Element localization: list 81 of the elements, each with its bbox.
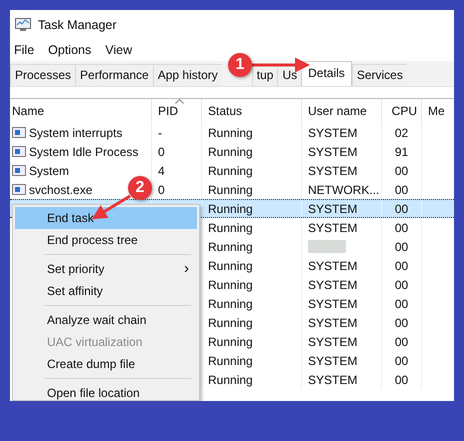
window-icon <box>12 184 26 195</box>
table-cell: 00 <box>394 316 408 330</box>
table-cell: SYSTEM <box>308 296 358 310</box>
table-cell: SYSTEM <box>308 258 358 272</box>
menu-item[interactable]: Set affinity <box>15 280 197 302</box>
tab[interactable]: Services <box>352 64 407 86</box>
table-cell: 00 <box>394 182 408 196</box>
process-name: System <box>29 164 70 178</box>
table-cell: 02 <box>394 126 408 140</box>
table-cell: 00 <box>394 220 408 234</box>
tab[interactable]: Details <box>301 61 352 86</box>
menu-item[interactable]: Create dump file <box>15 353 197 375</box>
menu-item[interactable]: Options <box>48 42 92 56</box>
table-cell: Running <box>208 240 253 254</box>
menu-item[interactable]: End process tree <box>15 229 197 251</box>
table-cell: Running <box>208 278 253 292</box>
table-cell: NETWORK... <box>308 182 380 196</box>
column-header[interactable]: Me <box>428 104 445 118</box>
table-cell: Running <box>208 372 253 386</box>
tab[interactable]: Performance <box>75 64 153 86</box>
column-header[interactable]: PID <box>158 104 178 118</box>
table-cell: 00 <box>394 354 408 368</box>
column-header[interactable]: CPU <box>392 104 417 118</box>
table-cell: Running <box>208 354 253 368</box>
table-cell: 4 <box>158 164 165 178</box>
table-cell: Running <box>208 334 253 348</box>
table-cell: SYSTEM <box>308 202 358 216</box>
step-badge: 2 <box>128 176 152 200</box>
table-cell: SYSTEM <box>308 316 358 330</box>
table-cell: 00 <box>394 164 408 178</box>
table-cell: SYSTEM <box>308 278 358 292</box>
column-header[interactable]: Name <box>12 104 44 118</box>
table-cell: SYSTEM <box>308 220 358 234</box>
table-cell: Running <box>208 316 253 330</box>
table-cell: 00 <box>394 278 408 292</box>
table-cell: SYSTEM <box>308 126 358 140</box>
step-badge: 1 <box>228 53 252 77</box>
tab[interactable]: Processes <box>10 64 76 86</box>
table-cell: Running <box>208 202 253 216</box>
process-name: svchost.exe <box>29 182 92 196</box>
annotation-arrow <box>250 58 310 72</box>
menu-item[interactable]: View <box>105 42 132 56</box>
table-cell: SYSTEM <box>308 354 358 368</box>
table-cell: SYSTEM <box>308 164 358 178</box>
menu-item[interactable]: Set priority › <box>15 258 197 280</box>
table-cell: SYSTEM <box>308 144 358 158</box>
menu-item[interactable]: End task <box>15 207 197 229</box>
monitor-graph-icon <box>15 18 31 32</box>
table-cell: 00 <box>394 202 408 216</box>
menu-item[interactable]: File <box>14 42 34 56</box>
table-cell: 00 <box>394 372 408 386</box>
table-cell: Running <box>208 182 253 196</box>
column-header[interactable]: Status <box>208 104 242 118</box>
process-name: System Idle Process <box>29 144 138 158</box>
process-name: System interrupts <box>29 126 122 140</box>
table-cell: 0 <box>158 144 165 158</box>
window-icon <box>12 127 26 138</box>
column-header[interactable]: User name <box>308 104 367 118</box>
table-cell: Running <box>208 144 253 158</box>
window-title: Task Manager <box>38 18 117 32</box>
tab[interactable]: App history <box>152 64 222 86</box>
table-cell: 00 <box>394 296 408 310</box>
table-cell: SYSTEM <box>308 372 358 386</box>
menu-item[interactable]: Analyze wait chain <box>15 309 197 331</box>
table-cell: 0 <box>158 182 165 196</box>
table-cell: 00 <box>394 334 408 348</box>
table-cell: 00 <box>394 258 408 272</box>
table-cell: Running <box>208 126 253 140</box>
table-cell: 91 <box>394 144 408 158</box>
table-cell: Running <box>208 220 253 234</box>
menu-item[interactable]: Open file location <box>15 382 197 400</box>
table-cell: Running <box>208 258 253 272</box>
table-cell: 00 <box>394 240 408 254</box>
table-cell: Running <box>208 164 253 178</box>
table-cell: Running <box>208 296 253 310</box>
submenu-arrow: › <box>184 263 189 275</box>
window-icon <box>12 146 26 157</box>
table-cell: SYSTEM <box>308 334 358 348</box>
table-cell: - <box>158 126 162 140</box>
window-icon <box>12 165 26 176</box>
sort-caret-icon <box>175 99 184 104</box>
